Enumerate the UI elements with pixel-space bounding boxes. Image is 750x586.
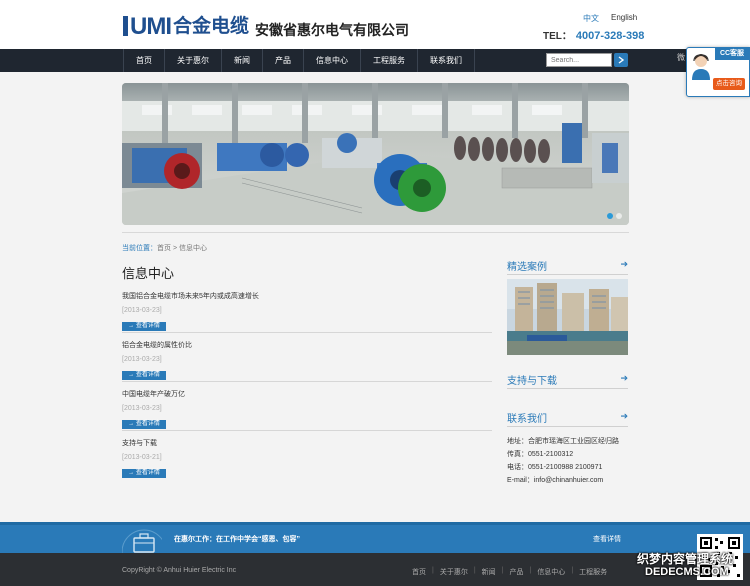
lang-english-link[interactable]: English — [611, 13, 637, 24]
nav-edge-text: 微 — [677, 53, 685, 62]
breadcrumb: 当前位置：首页 > 信息中心 — [122, 243, 207, 253]
news-date: [2013-03-21] — [122, 454, 162, 461]
building-photo — [507, 279, 628, 355]
support-download-heading[interactable]: 支持与下载 ➔ — [507, 372, 628, 387]
nav-contact[interactable]: 联系我们 — [418, 49, 475, 72]
lang-chinese-link[interactable]: 中文 — [583, 13, 599, 24]
news-title[interactable]: 支持与下载 — [122, 438, 492, 448]
footer-link-about[interactable]: 关于惠尔 — [440, 567, 468, 577]
briefcase-icon — [122, 529, 162, 556]
footer-stripe — [0, 522, 750, 525]
watermark-text: 织梦内容管理系统 — [637, 552, 734, 566]
banner-dot-1[interactable] — [607, 213, 613, 219]
footer-link-home[interactable]: 首页 — [412, 567, 426, 577]
case-photo[interactable] — [507, 279, 628, 355]
footer-link-news[interactable]: 新闻 — [482, 567, 496, 577]
logo-mark: UMI — [123, 15, 172, 39]
contact-address: 地址：合肥市瑶海区工业园区经归路 — [507, 438, 619, 445]
news-date: [2013-03-23] — [122, 356, 162, 363]
nav-engineering[interactable]: 工程服务 — [361, 49, 418, 72]
nav-news[interactable]: 新闻 — [222, 49, 263, 72]
footer-link-products[interactable]: 产品 — [509, 567, 523, 577]
nav-about[interactable]: 关于惠尔 — [165, 49, 222, 72]
footer-link-info[interactable]: 信息中心 — [537, 567, 565, 577]
contact-email[interactable]: E-mail：info@chinanhuier.com — [507, 475, 603, 485]
logo-cn-text: 合金电缆 — [173, 16, 250, 37]
news-divider — [122, 430, 492, 431]
news-item: 支持与下载 [2013-03-21] → 查看详情 — [122, 438, 492, 479]
news-divider — [122, 332, 492, 333]
search-icon — [618, 56, 625, 64]
news-item: 中国电缆年产破万亿 [2013-03-23] → 查看详情 — [122, 389, 492, 431]
news-date: [2013-03-23] — [122, 307, 162, 314]
factory-photo — [122, 83, 629, 225]
contact-phone: 电话：0551-2100988 2100971 — [507, 464, 603, 471]
footer-link-engineering[interactable]: 工程服务 — [579, 567, 607, 577]
breadcrumb-path[interactable]: 首页 > 信息中心 — [157, 245, 207, 252]
company-name: 安徽省惠尔电气有限公司 — [255, 22, 410, 38]
search-input[interactable] — [546, 53, 612, 67]
language-switch: 中文 English — [583, 13, 637, 24]
news-date: [2013-03-23] — [122, 405, 162, 412]
phone: TEL： 4007-328-398 — [543, 27, 644, 42]
news-item: 我国铝合金电缆市场未来5年内或成高速增长 [2013-03-23] → 查看详情 — [122, 291, 492, 333]
nav-home[interactable]: 首页 — [123, 49, 165, 72]
watermark-url: DEDECMS.COM — [645, 566, 729, 578]
nav-info-center[interactable]: 信息中心 — [304, 49, 361, 72]
breadcrumb-label: 当前位置： — [122, 245, 157, 252]
footer-nav: 首页 | 关于惠尔 | 新闻 | 产品 | 信息中心 | 工程服务 — [412, 567, 608, 577]
arrow-right-icon: ➔ — [620, 259, 628, 269]
view-details-button[interactable]: → 查看详情 — [122, 469, 166, 478]
divider — [507, 274, 628, 275]
divider — [507, 388, 628, 389]
banner-dot-2[interactable] — [616, 213, 622, 219]
news-title[interactable]: 铝合金电缆的属性价比 — [122, 340, 492, 350]
view-details-button[interactable]: → 查看详情 — [122, 371, 166, 380]
news-item: 铝合金电缆的属性价比 [2013-03-23] → 查看详情 — [122, 340, 492, 382]
cs-title: CC客服 — [715, 48, 749, 60]
contact-heading[interactable]: 联系我们 ➔ — [507, 410, 628, 425]
search-button[interactable] — [614, 53, 628, 67]
footer-slogan: 在惠尔工作：在工作中学会“感恩、包容” — [174, 536, 300, 543]
footer-more-link[interactable]: 查看详情 — [593, 534, 621, 544]
hero-banner — [122, 83, 629, 225]
nav-menu: 首页 关于惠尔 新闻 产品 信息中心 工程服务 联系我们 — [123, 49, 475, 72]
consult-button[interactable]: 点击咨询 — [713, 78, 745, 90]
arrow-right-icon: ➔ — [620, 373, 628, 383]
divider — [507, 426, 628, 427]
header: UMI 合金电缆 安徽省惠尔电气有限公司 中文 English TEL： 4007… — [0, 0, 750, 49]
copyright: CopyRight © Anhui Huier Electric Inc — [122, 567, 237, 574]
arrow-right-icon: ➔ — [620, 411, 628, 421]
news-divider — [122, 381, 492, 382]
logo[interactable]: UMI 合金电缆 安徽省惠尔电气有限公司 — [123, 14, 409, 40]
featured-cases-heading[interactable]: 精选案例 ➔ — [507, 258, 628, 273]
tel-label: TEL： — [543, 31, 572, 42]
main-nav: 首页 关于惠尔 新闻 产品 信息中心 工程服务 联系我们 — [0, 49, 750, 72]
news-title[interactable]: 我国铝合金电缆市场未来5年内或成高速增长 — [122, 291, 492, 301]
customer-service-widget[interactable]: CC客服 点击咨询 — [686, 47, 750, 97]
page-title: 信息中心 — [122, 266, 175, 281]
service-agent-icon — [692, 54, 710, 80]
divider — [122, 232, 629, 233]
view-details-button[interactable]: → 查看详情 — [122, 322, 166, 331]
tel-number: 4007-328-398 — [575, 30, 645, 42]
footer-banner — [0, 522, 750, 553]
contact-fax: 传真：0551-2100312 — [507, 451, 574, 458]
view-details-button[interactable]: → 查看详情 — [122, 420, 166, 429]
banner-pagination — [607, 213, 622, 219]
nav-products[interactable]: 产品 — [263, 49, 304, 72]
news-title[interactable]: 中国电缆年产破万亿 — [122, 389, 492, 399]
